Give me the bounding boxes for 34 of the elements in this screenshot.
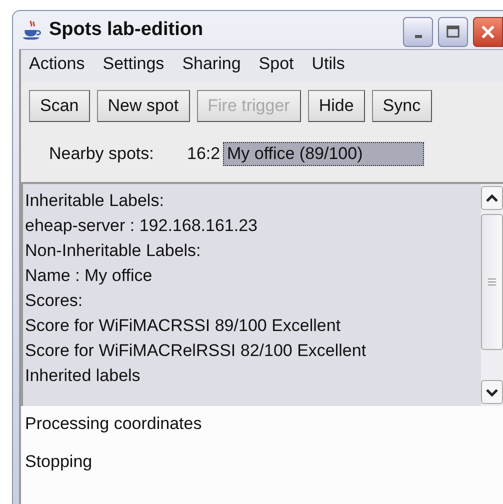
toolbar-button[interactable]: Sync [372, 90, 432, 122]
toolbar-button[interactable]: Scan [29, 90, 90, 122]
scroll-down-icon[interactable] [481, 380, 503, 404]
window-title: Spots lab-edition [49, 19, 204, 41]
menu-item[interactable]: Utils [312, 54, 345, 82]
nearby-label: Nearby spots: [49, 144, 155, 164]
detail-line: Inheritable Labels: [25, 190, 165, 212]
menu-item[interactable]: Spot [258, 54, 294, 82]
close-icon [479, 23, 497, 41]
detail-line: Inherited labels [25, 365, 142, 387]
maximize-button[interactable] [438, 17, 468, 47]
menu-item[interactable]: Actions [29, 54, 85, 82]
spot-count: 16:2 [187, 144, 222, 164]
menu-item[interactable]: Settings [102, 54, 164, 82]
detail-line: Name : My office [25, 265, 154, 287]
detail-line: Non-Inheritable Labels: [25, 240, 202, 262]
log-line: Processing coordinates [25, 414, 203, 434]
close-button[interactable] [473, 17, 503, 47]
menu-item[interactable]: Sharing [182, 54, 241, 82]
maximize-icon [445, 24, 461, 40]
detail-line: eheap-server : 192.168.161.23 [25, 215, 259, 237]
scroll-thumb[interactable] [481, 214, 503, 350]
minimize-icon [414, 34, 422, 38]
log-line: Stopping [25, 452, 94, 472]
detail-line: Scores: [25, 290, 84, 312]
scrollbar[interactable] [481, 184, 503, 406]
coffee-cup-icon [21, 19, 43, 41]
toolbar-button[interactable]: New spot [96, 90, 190, 122]
toolbar-button[interactable]: Hide [308, 90, 365, 122]
minimize-button[interactable] [403, 17, 433, 47]
spot-dropdown[interactable]: My office (89/100) [223, 142, 424, 166]
scroll-up-icon[interactable] [481, 186, 503, 210]
detail-line: Score for WiFiMACRelRSSI 82/100 Excellent [25, 340, 368, 362]
detail-line: Score for WiFiMACRSSI 89/100 Excellent [25, 315, 342, 337]
